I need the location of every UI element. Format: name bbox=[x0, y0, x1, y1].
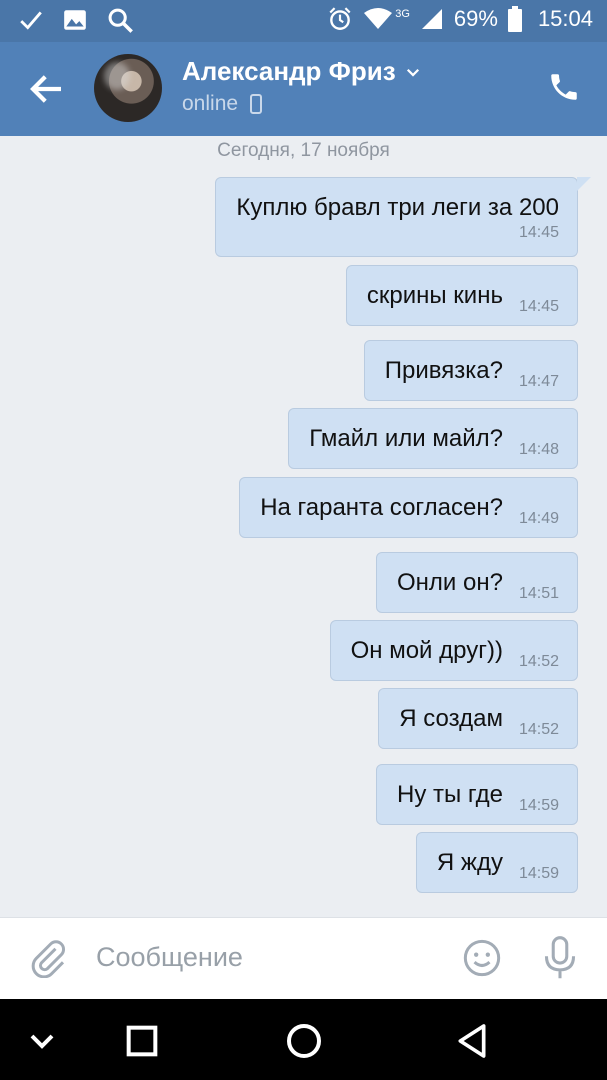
message-time: 14:48 bbox=[518, 441, 559, 458]
message-time: 14:47 bbox=[518, 373, 559, 390]
message-time: 14:52 bbox=[518, 653, 559, 670]
message-bubble[interactable]: Привязка? 14:47 bbox=[363, 340, 578, 401]
chevron-down-icon[interactable] bbox=[22, 1021, 62, 1061]
message-bubble[interactable]: Он мой друг)) 14:52 bbox=[329, 620, 578, 681]
message-text: Привязка? bbox=[384, 356, 503, 384]
message-text: Я жду bbox=[436, 848, 503, 876]
check-icon bbox=[20, 11, 42, 30]
message-time: 14:59 bbox=[518, 865, 559, 882]
date-separator: Сегодня, 17 ноября bbox=[217, 140, 390, 161]
message-time: 14:52 bbox=[518, 721, 559, 738]
message-text: Он мой друг)) bbox=[350, 636, 503, 664]
alarm-icon bbox=[329, 7, 351, 30]
contact-status: online bbox=[182, 92, 263, 116]
phone-icon[interactable] bbox=[547, 70, 581, 104]
image-icon bbox=[64, 10, 86, 30]
clock: 15:04 bbox=[537, 6, 593, 31]
message-bubble[interactable]: Я создам 14:52 bbox=[378, 688, 578, 749]
battery-percent: 69% bbox=[453, 6, 498, 31]
message-text: Онли он? bbox=[397, 568, 503, 596]
emoji-icon[interactable] bbox=[462, 938, 502, 978]
status-text: online bbox=[182, 92, 239, 115]
message-text: Я создам bbox=[399, 704, 503, 732]
message-time: 14:51 bbox=[518, 585, 559, 602]
back-arrow-icon[interactable] bbox=[26, 68, 68, 110]
message-text: Гмайл или майл? bbox=[309, 424, 503, 452]
message-time: 14:45 bbox=[518, 224, 559, 241]
message-list[interactable]: Сегодня, 17 ноября Куплю бравл три леги … bbox=[0, 136, 607, 916]
message-time: 14:45 bbox=[518, 298, 559, 315]
recents-square-icon[interactable] bbox=[122, 1021, 162, 1061]
message-text: Куплю бравл три леги за 200 bbox=[236, 194, 559, 221]
message-bubble[interactable]: Куплю бравл три леги за 200 14:45 bbox=[215, 177, 591, 257]
battery-icon bbox=[507, 6, 522, 32]
message-text: На гаранта согласен? bbox=[260, 493, 503, 521]
back-triangle-icon[interactable] bbox=[452, 1021, 492, 1061]
message-bubble[interactable]: Гмайл или майл? 14:48 bbox=[288, 408, 578, 469]
network-type: 3G bbox=[395, 8, 410, 20]
message-bubble[interactable]: На гаранта согласен? 14:49 bbox=[239, 477, 578, 538]
mobile-icon bbox=[250, 94, 263, 114]
message-bubble[interactable]: Ну ты где 14:59 bbox=[376, 764, 578, 825]
home-circle-icon[interactable] bbox=[284, 1021, 324, 1061]
message-input[interactable]: Сообщение bbox=[96, 942, 243, 973]
message-text: скрины кинь bbox=[366, 281, 503, 309]
message-bubble[interactable]: скрины кинь 14:45 bbox=[345, 265, 578, 326]
chat-header: Александр Фриз online bbox=[0, 42, 607, 136]
contact-name-button[interactable]: Александр Фриз bbox=[182, 56, 422, 87]
wifi-icon bbox=[364, 8, 393, 29]
signal-icon bbox=[421, 9, 442, 29]
message-time: 14:59 bbox=[518, 797, 559, 814]
paperclip-icon[interactable] bbox=[28, 938, 68, 978]
status-bar: 3G 69% 15:04 bbox=[0, 0, 607, 42]
search-icon bbox=[108, 8, 133, 33]
avatar[interactable] bbox=[94, 54, 162, 122]
message-text: Ну ты где bbox=[397, 780, 503, 808]
contact-name: Александр Фриз bbox=[182, 56, 396, 86]
microphone-icon[interactable] bbox=[542, 936, 578, 980]
message-time: 14:49 bbox=[518, 510, 559, 527]
message-bubble[interactable]: Онли он? 14:51 bbox=[376, 552, 578, 613]
system-navigation-bar bbox=[0, 999, 607, 1080]
message-bubble[interactable]: Я жду 14:59 bbox=[415, 832, 578, 893]
chevron-down-icon bbox=[406, 68, 419, 77]
message-composer: Сообщение bbox=[0, 917, 607, 999]
